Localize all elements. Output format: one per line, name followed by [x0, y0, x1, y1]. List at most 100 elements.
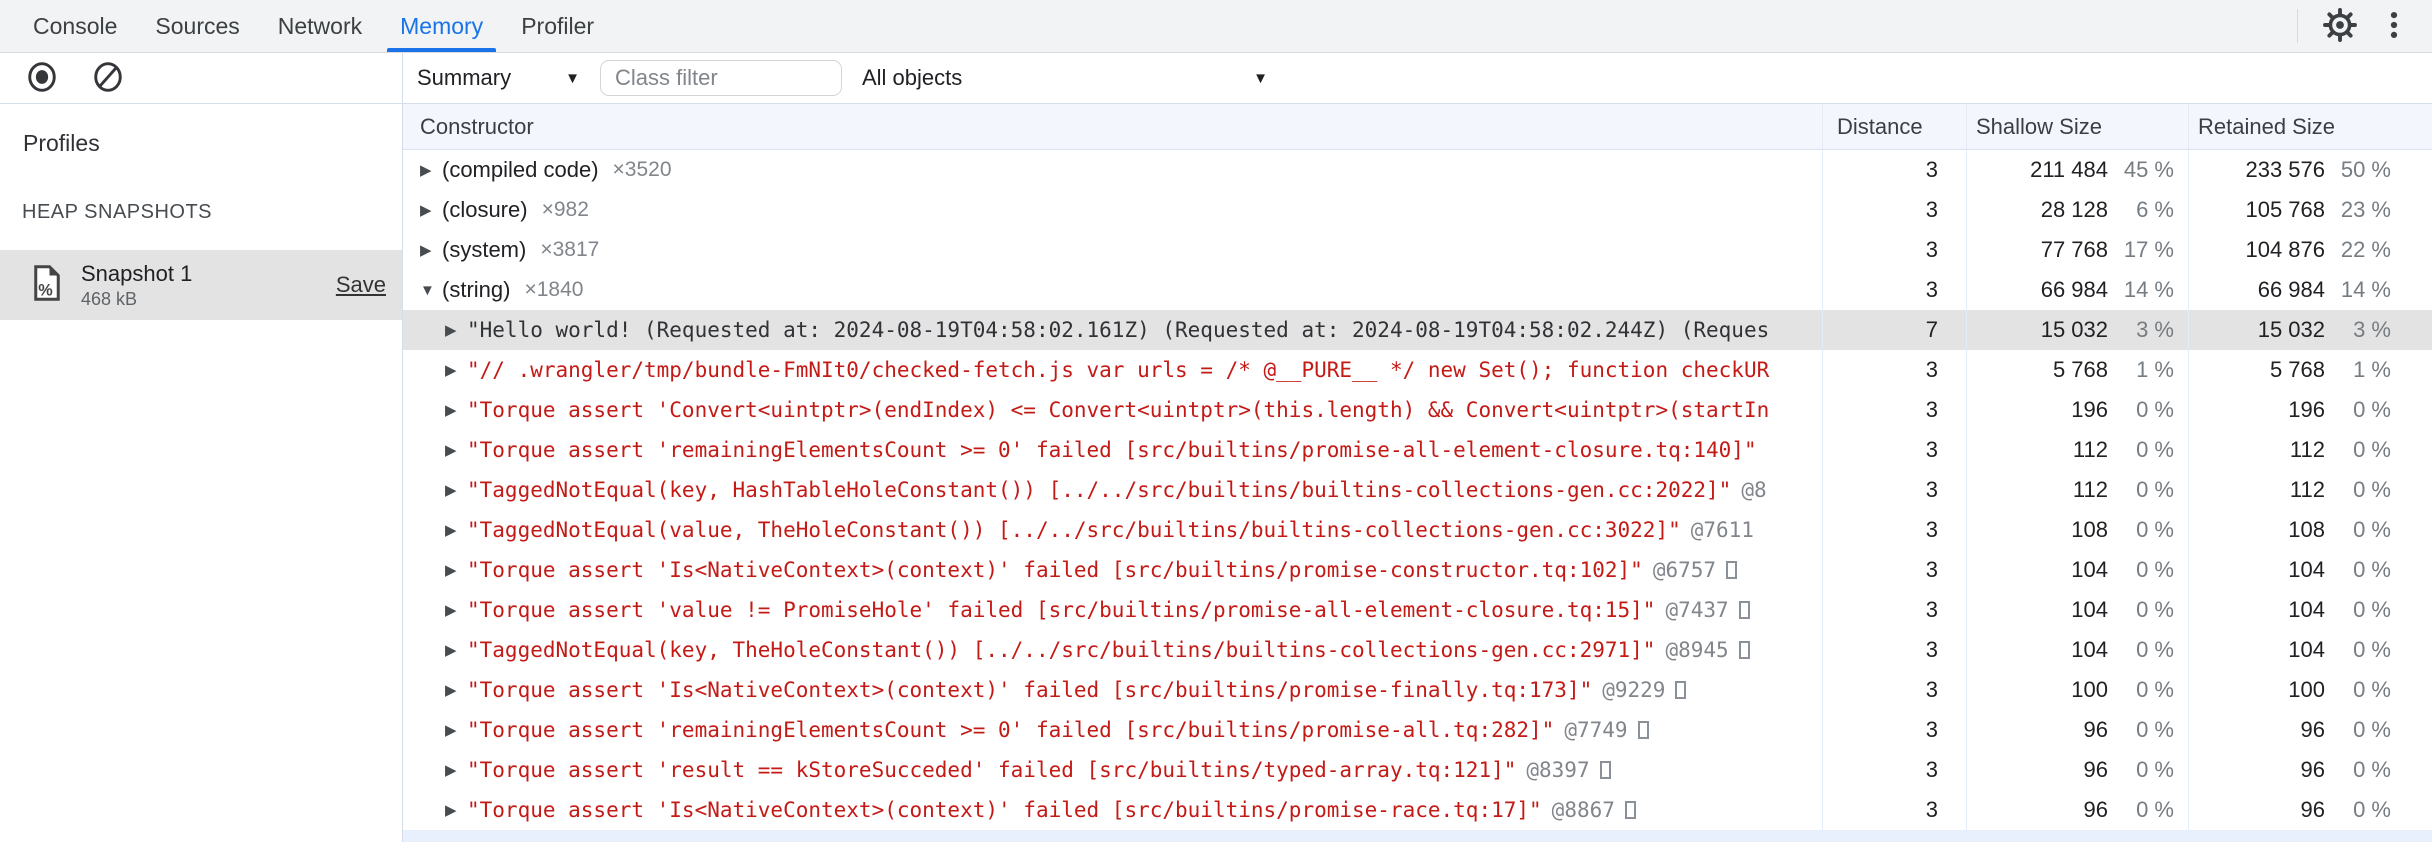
tab-console[interactable]: Console	[14, 0, 136, 52]
expand-triangle-icon[interactable]: ▶	[445, 641, 467, 659]
shallow-size-cell: 28 128 6 %	[1966, 190, 2188, 230]
size-percent: 3 %	[2353, 317, 2391, 342]
column-header-distance[interactable]: Distance	[1822, 104, 1966, 149]
constructor-group-row[interactable]: ▶ (system) ×3817 3 77 768 17 % 104 876 22 %	[403, 230, 2432, 270]
string-value: "Torque assert 'result == kStoreSucceded…	[467, 758, 1517, 782]
retained-size-cell: 104 876 22 %	[2188, 230, 2431, 270]
column-header-shallow-size[interactable]: Shallow Size	[1966, 104, 2188, 149]
string-value: "Torque assert 'Is<NativeContext>(contex…	[467, 558, 1643, 582]
size-bytes: 96	[2083, 717, 2108, 742]
distance-cell: 3	[1822, 190, 1966, 230]
string-instance-row[interactable]: ▶ "Torque assert 'remainingElementsCount …	[403, 430, 2432, 470]
save-snapshot-link[interactable]: Save	[336, 272, 386, 298]
tab-sources[interactable]: Sources	[136, 0, 258, 52]
expand-triangle-icon[interactable]: ▶	[445, 601, 467, 619]
collapse-triangle-icon[interactable]: ▼	[420, 282, 442, 299]
settings-button[interactable]	[2318, 4, 2362, 48]
object-id: @7749	[1564, 718, 1628, 742]
perspective-select[interactable]: Summary ▼	[417, 65, 592, 91]
distance-cell: 3	[1822, 230, 1966, 270]
expand-triangle-icon[interactable]: ▶	[445, 681, 467, 699]
distance-cell: 3	[1822, 790, 1966, 830]
profiles-toolbar	[0, 53, 403, 103]
string-value: "TaggedNotEqual(key, TheHoleConstant()) …	[467, 638, 1656, 662]
column-header-constructor[interactable]: Constructor	[403, 104, 1822, 149]
expand-triangle-icon[interactable]: ▶	[420, 161, 442, 179]
object-id: @8	[1741, 478, 1767, 502]
column-header-retained-size[interactable]: Retained Size	[2188, 104, 2431, 149]
heap-snapshot-icon: %	[32, 264, 62, 307]
constructor-cell: ▶ "Hello world! (Requested at: 2024-08-19…	[403, 310, 1822, 350]
size-bytes: 108	[2288, 517, 2325, 542]
tab-memory[interactable]: Memory	[381, 0, 502, 52]
string-value: "TaggedNotEqual(key, HashTableHoleConsta…	[467, 478, 1732, 502]
retained-size-cell: 96 0 %	[2188, 710, 2431, 750]
size-bytes: 104	[2071, 597, 2108, 622]
string-instance-row[interactable]: ▶ "Torque assert 'result == kStoreSuccede…	[403, 750, 2432, 790]
missing-glyph-box-icon	[1738, 601, 1750, 619]
size-percent: 50 %	[2340, 157, 2391, 182]
size-bytes: 112	[2289, 437, 2325, 462]
expand-triangle-icon[interactable]: ▶	[445, 401, 467, 419]
shallow-size-cell: 211 484 45 %	[1966, 150, 2188, 190]
take-snapshot-button[interactable]	[20, 56, 64, 100]
string-instance-row[interactable]: ▶ "// .wrangler/tmp/bundle-FmNIt0/checked…	[403, 350, 2432, 390]
expand-triangle-icon[interactable]: ▶	[445, 561, 467, 579]
string-value: "Torque assert 'Convert<uintptr>(endInde…	[467, 398, 1770, 422]
size-bytes: 96	[2083, 797, 2108, 822]
retained-size-cell: 105 768 23 %	[2188, 190, 2431, 230]
expand-triangle-icon[interactable]: ▶	[420, 241, 442, 259]
three-dot-menu-icon	[2377, 8, 2411, 45]
snapshot-item[interactable]: % Snapshot 1 468 kB Save	[0, 250, 402, 320]
expand-triangle-icon[interactable]: ▶	[445, 521, 467, 539]
string-instance-row[interactable]: ▶ "TaggedNotEqual(value, TheHoleConstant(…	[403, 510, 2432, 550]
distance-cell: 3	[1822, 750, 1966, 790]
expand-triangle-icon[interactable]: ▶	[445, 721, 467, 739]
string-instance-row[interactable]: ▶ "Torque assert 'value != PromiseHole' f…	[403, 590, 2432, 630]
string-instance-row[interactable]: ▶ "Torque assert 'Is<NativeContext>(conte…	[403, 670, 2432, 710]
class-filter-input[interactable]	[600, 60, 842, 96]
constructor-cell: ▶ "TaggedNotEqual(key, HashTableHoleConst…	[403, 470, 1822, 510]
svg-text:%: %	[38, 281, 53, 299]
tab-network[interactable]: Network	[259, 0, 381, 52]
distance-cell: 3	[1822, 710, 1966, 750]
shallow-size-cell: 77 768 17 %	[1966, 230, 2188, 270]
size-bytes: 77 768	[2040, 237, 2108, 262]
string-instance-row[interactable]: ▶ "Torque assert 'Is<NativeContext>(conte…	[403, 550, 2432, 590]
string-instance-row[interactable]: ▶ "TaggedNotEqual(key, HashTableHoleConst…	[403, 470, 2432, 510]
size-percent: 0 %	[2136, 797, 2174, 822]
objects-scope-select[interactable]: All objects ▼	[862, 65, 1282, 91]
tab-profiler[interactable]: Profiler	[502, 0, 613, 52]
retained-size-cell: 196 0 %	[2188, 390, 2431, 430]
expand-triangle-icon[interactable]: ▶	[445, 801, 467, 819]
constructor-cell: ▶ "Torque assert 'remainingElementsCount …	[403, 710, 1822, 750]
string-instance-row[interactable]: ▶ "Torque assert 'remainingElementsCount …	[403, 710, 2432, 750]
expand-triangle-icon[interactable]: ▶	[445, 361, 467, 379]
constructor-cell: ▶ "Torque assert 'Convert<uintptr>(endInd…	[403, 390, 1822, 430]
string-instance-row[interactable]: ▶ "Torque assert 'Is<NativeContext>(conte…	[403, 790, 2432, 830]
expand-triangle-icon[interactable]: ▶	[445, 761, 467, 779]
expand-triangle-icon[interactable]: ▶	[445, 321, 467, 339]
string-instance-row[interactable]: ▶ "Torque assert 'Convert<uintptr>(endInd…	[403, 390, 2432, 430]
expand-triangle-icon[interactable]: ▶	[445, 481, 467, 499]
object-id: @8945	[1665, 638, 1729, 662]
string-instance-row[interactable]: ▶ "Hello world! (Requested at: 2024-08-19…	[403, 310, 2432, 350]
constructor-group-row[interactable]: ▼ (string) ×1840 3 66 984 14 % 66 984 14 %	[403, 270, 2432, 310]
clear-profiles-button[interactable]	[86, 56, 130, 100]
size-percent: 0 %	[2353, 397, 2391, 422]
retained-size-cell: 104 0 %	[2188, 590, 2431, 630]
missing-glyph-box-icon	[1624, 801, 1636, 819]
string-instance-row[interactable]: ▶ "TaggedNotEqual(key, TheHoleConstant())…	[403, 630, 2432, 670]
expand-triangle-icon[interactable]: ▶	[445, 441, 467, 459]
block-icon	[92, 61, 124, 96]
shallow-size-cell: 96 0 %	[1966, 710, 2188, 750]
expand-triangle-icon[interactable]: ▶	[420, 201, 442, 219]
profiles-sidebar: Profiles HEAP SNAPSHOTS % Snapshot 1 468…	[0, 104, 403, 842]
object-id: @8397	[1526, 758, 1590, 782]
constructor-group-row[interactable]: ▶ (closure) ×982 3 28 128 6 % 105 768 23 %	[403, 190, 2432, 230]
grid-header: Constructor Distance Shallow Size Retain…	[403, 104, 2432, 150]
object-id: @8867	[1551, 798, 1615, 822]
constructor-group-row[interactable]: ▶ (compiled code) ×3520 3 211 484 45 % 233 576…	[403, 150, 2432, 190]
more-options-button[interactable]	[2372, 4, 2416, 48]
retained-size-cell: 112 0 %	[2188, 430, 2431, 470]
